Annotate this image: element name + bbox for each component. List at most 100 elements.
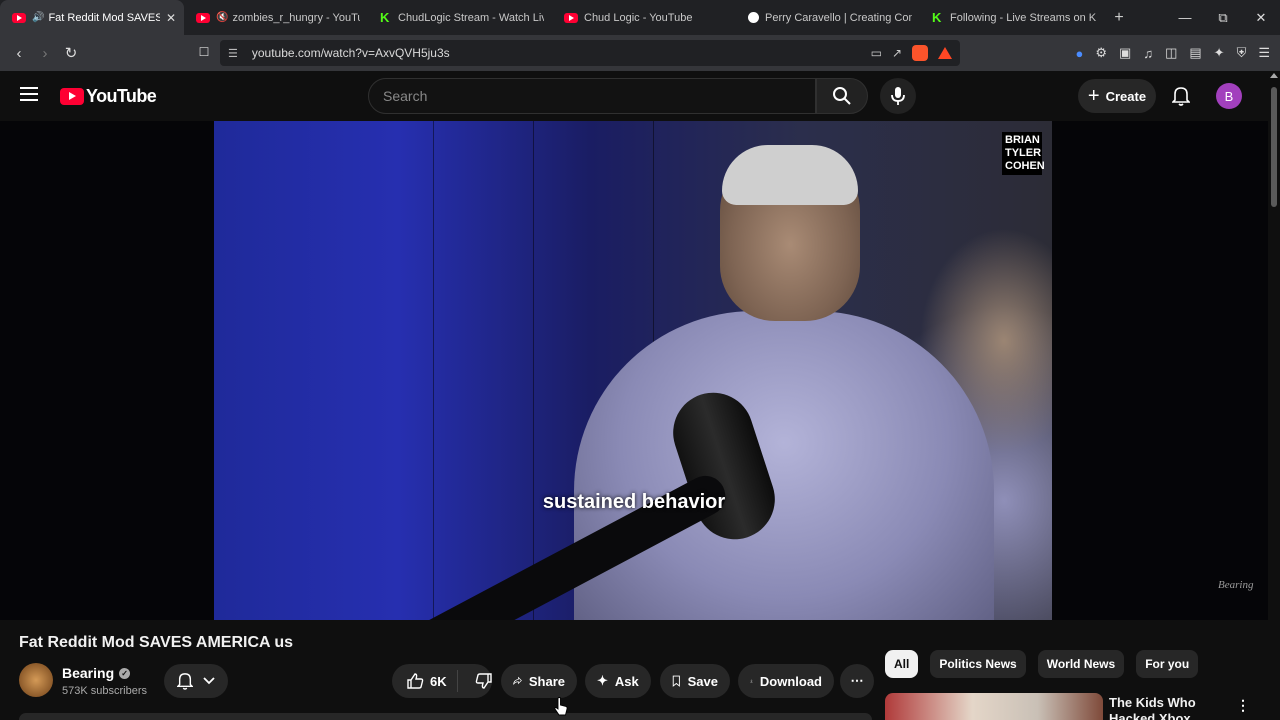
back-icon[interactable]: ‹ [6,45,32,62]
url-text: youtube.com/watch?v=AxvQVH5ju3s [251,46,450,60]
brave-rewards-icon[interactable] [938,47,952,59]
share-page-icon[interactable]: ↗ [892,46,902,60]
like-button[interactable]: 6K [392,670,458,692]
create-button[interactable]: + Create [1078,79,1156,113]
kick-favicon-icon: K [380,10,390,25]
speaker-body [574,311,994,620]
vpn-shield-icon[interactable]: ⛨ [1237,45,1247,61]
chip-world-news[interactable]: World News [1037,650,1125,678]
site-info-icon[interactable]: ☰ [228,47,238,60]
thumbs-down-icon [475,673,492,689]
microphone-icon [891,87,905,105]
recommendation-menu-icon[interactable]: ⋮ [1236,697,1250,714]
address-bar[interactable]: ☰ youtube.com/watch?v=AxvQVH5ju3s ▭ ↗ [220,40,960,66]
ask-label: Ask [614,673,639,689]
scroll-up-icon[interactable] [1270,73,1278,78]
browser-tab[interactable]: 🔇 zombies_r_hungry - YouTube [184,0,368,35]
video-frame[interactable] [214,121,1052,620]
create-label: Create [1105,88,1147,104]
youtube-favicon-icon [564,12,578,23]
more-actions-button[interactable]: ⋯ [840,664,874,698]
forward-icon[interactable]: › [32,45,58,62]
video-title: Fat Reddit Mod SAVES AMERICA us [19,634,294,651]
subscriber-count: 573K subscribers [62,685,147,697]
extensions-icon[interactable]: ⚙ [1095,45,1107,61]
vpn-icon[interactable]: ● [1076,46,1084,61]
bookmark-icon [672,675,680,687]
chip-politics-news[interactable]: Politics News [930,650,1026,678]
tab-title: Perry Caravello | Creating Come [765,11,912,24]
bell-icon [1172,87,1190,106]
screenshot-icon[interactable]: ▣ [1119,45,1131,61]
channel-name-row[interactable]: Bearing ✓ [62,665,131,681]
scrollbar-thumb[interactable] [1271,87,1277,207]
subscription-notifications-button[interactable] [164,664,228,698]
bell-icon [177,673,193,690]
verified-check-icon: ✓ [119,667,131,679]
plus-icon: + [1087,85,1100,107]
ask-button[interactable]: ✦ Ask [585,664,651,698]
cast-icon[interactable]: ▭ [871,46,882,60]
extension-icons: ● ⚙ ▣ ♫ ◫ ▤ ✦ ⛨ ☰ [1076,35,1270,71]
recommendation-title[interactable]: The Kids Who Hacked Xbox [1109,695,1229,720]
account-avatar[interactable]: B [1216,83,1242,109]
media-icon[interactable]: ♫ [1143,46,1153,61]
like-dislike-group: 6K [392,664,492,698]
search-input[interactable] [383,88,815,104]
video-watermark: BRIAN TYLER COHEN [1002,132,1045,175]
tab-title: zombies_r_hungry - YouTube [232,11,360,24]
download-button[interactable]: Download [738,664,834,698]
save-label: Save [687,673,718,689]
save-button[interactable]: Save [660,664,730,698]
minimize-icon[interactable]: — [1166,0,1204,35]
wallet-icon[interactable]: ▤ [1189,45,1201,61]
recommendation-thumbnail[interactable] [885,693,1103,720]
tab-title: Chud Logic - YouTube [584,11,693,24]
browser-tab[interactable]: K ChudLogic Stream - Watch Live [368,0,552,35]
menu-icon[interactable]: ☰ [1258,45,1270,61]
search-button[interactable] [816,78,868,114]
tab-title: ChudLogic Stream - Watch Live [398,11,544,24]
related-filter-chips: All Politics News World News For you [885,650,1199,678]
new-tab-button[interactable]: + [1104,9,1134,27]
restore-icon[interactable]: ⧉ [1204,0,1242,35]
speaker-icon[interactable]: 🔊 [32,12,44,23]
close-window-icon[interactable]: ✕ [1242,0,1280,35]
page-scrollbar[interactable] [1268,71,1280,720]
youtube-logo[interactable]: YouTube [60,86,157,107]
patreon-favicon-icon [748,12,759,23]
notifications-button[interactable] [1168,83,1194,109]
thumbs-up-icon [407,673,424,689]
browser-tab[interactable]: Perry Caravello | Creating Come [736,0,920,35]
browser-tab-strip: 🔊 Fat Reddit Mod SAVES AMERICA us ✕ 🔇 zo… [0,0,1280,35]
share-button[interactable]: Share [501,664,577,698]
sidebar-icon[interactable]: ◫ [1165,45,1177,61]
chevron-down-icon [203,677,215,685]
download-icon [750,679,753,683]
chip-for-you[interactable]: For you [1136,650,1199,678]
description-box[interactable] [19,713,872,720]
leo-icon[interactable]: ✦ [1214,45,1225,61]
channel-avatar[interactable] [19,663,53,697]
chip-all[interactable]: All [885,650,919,678]
channel-name[interactable]: Bearing [62,665,114,681]
video-caption: sustained behavior [542,491,726,513]
reload-icon[interactable]: ↻ [58,44,84,62]
muted-speaker-icon[interactable]: 🔇 [216,12,228,23]
speaker-hair [722,145,858,205]
search-icon [833,87,851,105]
voice-search-button[interactable] [880,78,916,114]
video-player[interactable]: BRIAN TYLER COHEN sustained behavior Bea… [0,121,1268,620]
dislike-button[interactable] [465,672,503,690]
bookmark-icon[interactable]: ☐ [191,45,217,59]
tab-title: Fat Reddit Mod SAVES AMERICA us [48,11,160,24]
browser-tab[interactable]: Chud Logic - YouTube [552,0,736,35]
kick-favicon-icon: K [932,10,942,25]
brave-shields-icon[interactable] [912,45,928,61]
browser-tab[interactable]: K Following - Live Streams on Kick [920,0,1104,35]
browser-tab[interactable]: 🔊 Fat Reddit Mod SAVES AMERICA us ✕ [0,0,184,35]
close-tab-icon[interactable]: ✕ [166,11,176,25]
hamburger-menu-icon[interactable] [20,87,38,101]
more-horizontal-icon: ⋯ [850,673,864,688]
download-label: Download [759,673,822,689]
